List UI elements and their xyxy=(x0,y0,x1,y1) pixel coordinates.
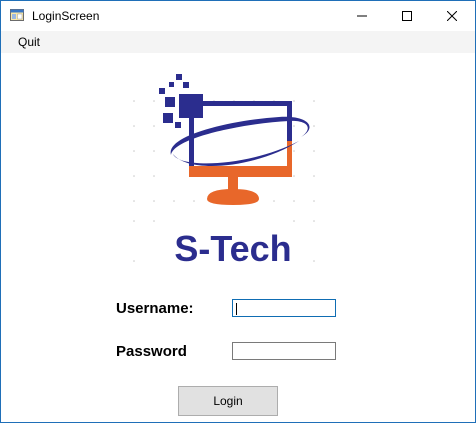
password-label: Password xyxy=(116,343,187,360)
username-label: Username: xyxy=(116,300,194,317)
minimize-button[interactable] xyxy=(339,1,384,31)
username-input[interactable] xyxy=(232,299,336,317)
login-window: LoginScreen Quit S-Tech Username: Passwo… xyxy=(0,0,476,423)
close-button[interactable] xyxy=(429,1,474,31)
password-input[interactable] xyxy=(232,342,336,360)
title-bar[interactable]: LoginScreen xyxy=(1,1,475,31)
menu-item-quit[interactable]: Quit xyxy=(18,35,40,49)
login-button[interactable]: Login xyxy=(178,386,278,416)
menu-bar: Quit xyxy=(1,31,475,53)
text-caret xyxy=(236,303,237,315)
app-window-icon xyxy=(10,9,24,21)
logo-brand-text: S-Tech xyxy=(174,228,291,269)
s-tech-logo: S-Tech xyxy=(133,74,315,269)
maximize-icon xyxy=(401,11,412,21)
window-title: LoginScreen xyxy=(32,9,100,23)
minimize-icon xyxy=(356,15,367,17)
close-icon xyxy=(446,11,457,21)
maximize-button[interactable] xyxy=(384,1,429,31)
monitor-graphic xyxy=(170,101,310,205)
